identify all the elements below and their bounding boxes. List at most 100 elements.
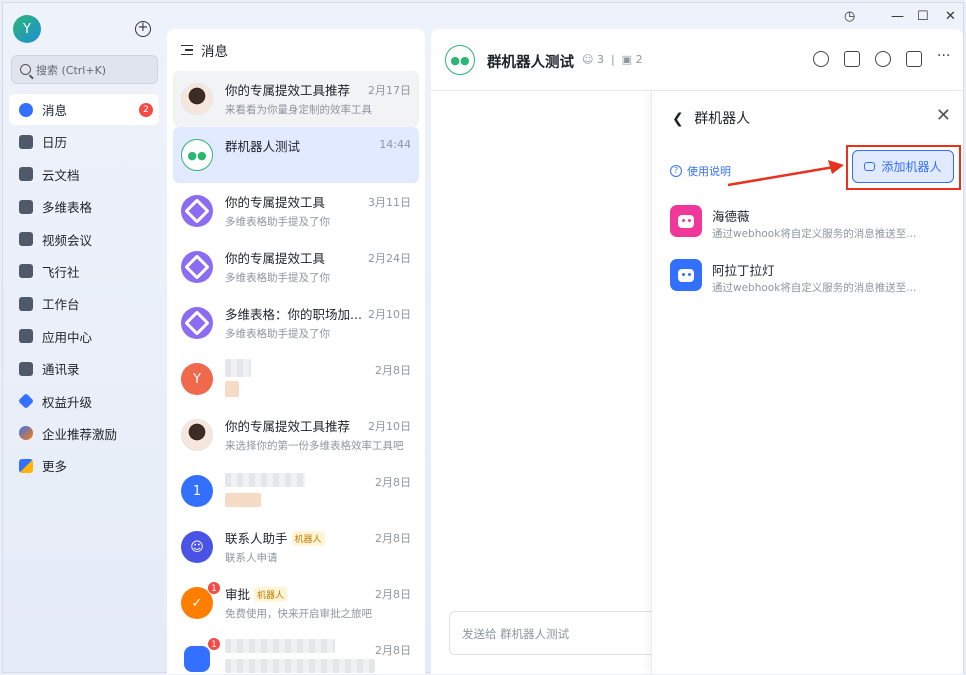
robot-item[interactable]: 阿拉丁拉灯 通过webhook将自定义服务的消息推送至... [670,259,960,301]
unread-badge: 2 [139,103,153,117]
list-item[interactable]: 你的专属提效工具推荐 2月17日 来看看为你量身定制的效率工具 [173,71,419,127]
help-icon: ? [670,165,682,177]
history-icon[interactable]: ◷ [844,9,855,24]
calendar-icon[interactable] [906,51,922,67]
help-link[interactable]: ? 使用说明 [670,163,731,179]
sidebar-item-app-center[interactable]: 应用中心 [9,321,159,352]
sidebar: Y + 搜索 (Ctrl+K) 消息 2 日历 云文档 多维表格 视频会议 飞行… [3,3,165,672]
sidebar-item-more[interactable]: 更多 [9,450,159,481]
robot-name: 海德薇 [712,209,750,224]
chat-header: ●● 群机器人测试 ☺ 3 | ▣ 2 ··· [431,29,963,91]
sidebar-item-contacts[interactable]: 通讯录 [9,353,159,384]
message-list-panel: 消息 你的专属提效工具推荐 2月17日 来看看为你量身定制的效率工具 ●● 群机… [167,29,425,674]
robot-avatar-icon [670,205,702,237]
chat-date: 2月10日 [368,420,411,433]
add-member-icon[interactable] [875,51,891,67]
sidebar-item-upgrade[interactable]: 权益升级 [9,386,159,417]
video-call-icon[interactable] [844,51,860,67]
list-item[interactable]: 1 2月8日 [173,463,419,519]
chat-date: 2月8日 [375,644,411,657]
group-meta: ☺ 3 | ▣ 2 [582,53,643,66]
chat-preview: 多维表格助手提及了你 [225,216,330,228]
chat-date: 2月8日 [375,532,411,545]
calendar-icon [19,134,33,149]
chat-title: 你的专属提效工具推荐 [225,83,351,98]
new-button[interactable]: + [135,21,151,37]
maximize-button[interactable]: ☐ [917,9,929,24]
user-avatar[interactable]: Y [13,15,41,43]
grid-icon [19,296,33,311]
more-options-icon[interactable]: ··· [937,49,953,67]
sidebar-item-workplace[interactable]: 工作台 [9,288,159,319]
search-input[interactable]: 搜索 (Ctrl+K) [11,55,158,84]
search-chat-icon[interactable] [813,51,829,67]
base-bot-icon [181,251,213,283]
sidebar-item-label: 日历 [42,135,68,151]
member-count: 3 [596,53,604,66]
list-item[interactable]: ☺ 联系人助手 机器人 2月8日 联系人申请 [173,519,419,575]
list-item[interactable]: 多维表格：你的职场加... 2月10日 多维表格助手提及了你 [173,295,419,351]
list-item[interactable]: 1 2月8日 [173,631,419,674]
bot-tag: 机器人 [291,531,325,546]
sidebar-item-messages[interactable]: 消息 2 [9,94,159,125]
bot-tag: 机器人 [254,587,288,602]
list-item[interactable]: 你的专属提效工具 3月11日 多维表格助手提及了你 [173,183,419,239]
base-bot-icon [181,195,213,227]
sidebar-item-docs[interactable]: 云文档 [9,159,159,190]
chat-header-actions: ··· [813,49,953,67]
add-robot-label: 添加机器人 [881,160,942,174]
group-bots-drawer: ❮ 群机器人 ✕ ? 使用说明 添加机器人 海德薇 通过webhook将自定义服… [651,91,963,674]
close-icon[interactable]: ✕ [936,105,951,126]
list-item[interactable]: ✓ 1 审批 机器人 2月8日 免费使用，快来开启审批之旅吧 [173,575,419,631]
table-icon [19,199,33,214]
filter-icon[interactable] [181,45,193,55]
search-placeholder: 搜索 (Ctrl+K) [36,63,107,77]
sidebar-item-label: 应用中心 [42,329,93,345]
chat-group-name[interactable]: 群机器人测试 [487,51,574,72]
add-robot-button[interactable]: 添加机器人 [852,150,954,183]
bag-icon [19,329,33,344]
chat-date: 2月10日 [368,308,411,321]
message-list-title: 消息 [201,44,228,60]
unread-badge: 1 [207,581,221,595]
doc-icon [19,167,33,182]
chat-date: 2月8日 [375,364,411,377]
sidebar-nav: 消息 2 日历 云文档 多维表格 视频会议 飞行社 工作台 应用中心 通讯录 权… [9,94,159,483]
sidebar-item-label: 多维表格 [42,200,93,216]
chat-preview: 来看看为你量身定制的效率工具 [225,104,372,116]
back-chevron-icon[interactable]: ❮ [672,111,684,127]
chat-title: 联系人助手 机器人 [225,528,325,547]
sidebar-item-meetings[interactable]: 视频会议 [9,224,159,255]
chat-date: 3月11日 [368,196,411,209]
drawer-title[interactable]: ❮ 群机器人 [672,108,750,128]
chat-date: 2月17日 [368,84,411,97]
contacts-icon [19,361,33,376]
list-item[interactable]: Y 2月8日 [173,351,419,407]
contacts-bot-icon: ☺ [181,531,213,563]
bot-icon [864,162,876,171]
sidebar-item-label: 通讯录 [42,362,80,378]
sidebar-item-base[interactable]: 多维表格 [9,191,159,222]
chat-preview: 多维表格助手提及了你 [225,328,330,340]
chat-date: 2月24日 [368,252,411,265]
sidebar-item-calendar[interactable]: 日历 [9,126,159,157]
chat-preview: 联系人申请 [225,552,278,564]
list-item[interactable]: 你的专属提效工具推荐 2月10日 来选择你的第一份多维表格效率工具吧 [173,407,419,463]
robot-item[interactable]: 海德薇 通过webhook将自定义服务的消息推送至... [670,205,960,247]
message-input[interactable]: 发送给 群机器人测试 [449,611,659,655]
message-icon [19,102,33,117]
chat-title: 审批 机器人 [225,584,288,603]
robot-avatar-icon [670,259,702,291]
list-item[interactable]: 你的专属提效工具 2月24日 多维表格助手提及了你 [173,239,419,295]
chat-title-text: 联系人助手 [225,531,288,546]
sidebar-item-community[interactable]: 飞行社 [9,256,159,287]
minimize-button[interactable]: — [891,9,904,24]
close-window-button[interactable]: ✕ [945,9,956,24]
chat-title: 群机器人测试 [225,139,301,154]
search-icon [20,64,31,75]
chat-preview: 来选择你的第一份多维表格效率工具吧 [225,440,404,452]
chat-panel: ●● 群机器人测试 ☺ 3 | ▣ 2 ··· 发送给 群机器人测试 ❮ 群机器… [431,29,963,674]
sidebar-item-referral[interactable]: 企业推荐激励 [9,418,159,449]
group-icon[interactable]: ●● [445,45,475,75]
list-item[interactable]: ●● 群机器人测试 14:44 [173,127,419,183]
